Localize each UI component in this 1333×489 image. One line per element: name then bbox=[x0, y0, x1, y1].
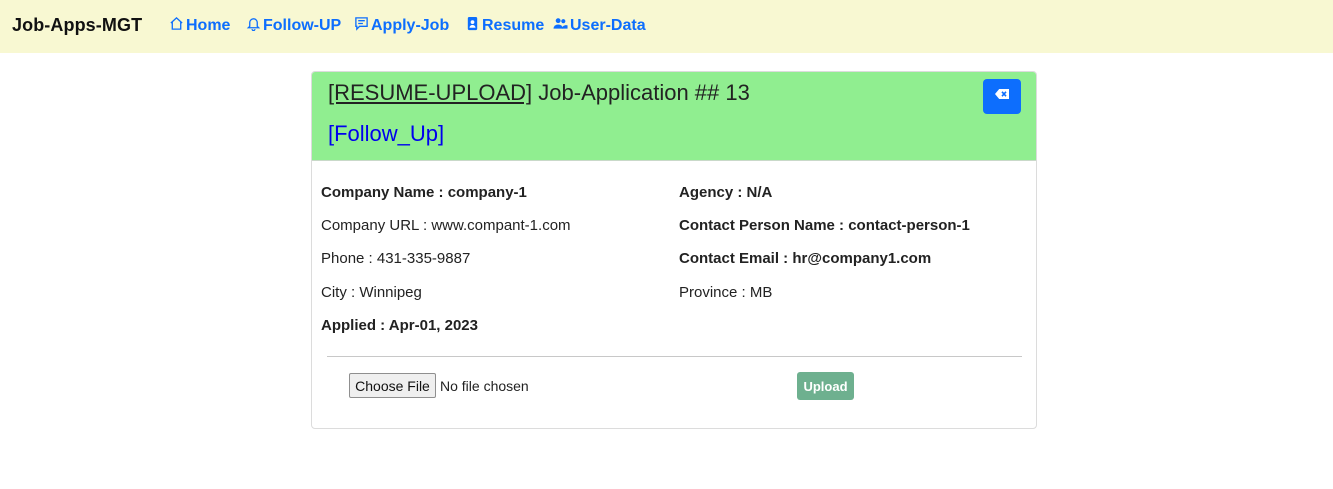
job-application-number: Job-Application ## 13 bbox=[532, 80, 750, 105]
contact-email: Contact Email : hr@company1.com bbox=[679, 250, 932, 267]
house-icon bbox=[169, 16, 186, 36]
contact-person-name: Contact Person Name : contact-person-1 bbox=[679, 217, 970, 234]
chat-square-text-icon bbox=[354, 16, 371, 36]
nav-apply-job-label: Apply-Job bbox=[371, 17, 450, 34]
brand-title[interactable]: Job-Apps-MGT bbox=[12, 15, 142, 36]
person-badge-icon bbox=[465, 16, 482, 36]
nav-home[interactable]: Home bbox=[169, 16, 230, 36]
file-status: No file chosen bbox=[440, 377, 529, 394]
city: City : Winnipeg bbox=[321, 284, 422, 301]
card-title: [RESUME-UPLOAD] Job-Application ## 13 bbox=[328, 80, 750, 106]
applied-date: Applied : Apr-01, 2023 bbox=[321, 317, 478, 334]
company-url: Company URL : www.compant-1.com bbox=[321, 217, 571, 234]
card-header: [RESUME-UPLOAD] Job-Application ## 13 [F… bbox=[312, 72, 1036, 161]
top-navbar: Job-Apps-MGT Home Follow-UP Apply-Job Re… bbox=[0, 0, 1333, 53]
bell-icon bbox=[246, 16, 263, 36]
upload-button[interactable]: Upload bbox=[797, 372, 854, 400]
delete-button[interactable] bbox=[983, 79, 1021, 114]
nav-resume[interactable]: Resume bbox=[465, 16, 544, 36]
nav-home-label: Home bbox=[186, 17, 231, 34]
phone: Phone : 431-335-9887 bbox=[321, 250, 471, 267]
company-name: Company Name : company-1 bbox=[321, 184, 527, 201]
nav-user-data-label: User-Data bbox=[570, 17, 646, 34]
nav-resume-label: Resume bbox=[482, 17, 545, 34]
divider bbox=[327, 356, 1022, 357]
province: Province : MB bbox=[679, 284, 773, 301]
nav-follow-up[interactable]: Follow-UP bbox=[246, 16, 341, 36]
choose-file-button[interactable]: Choose File bbox=[349, 373, 436, 398]
backspace-icon bbox=[994, 86, 1010, 107]
nav-follow-up-label: Follow-UP bbox=[263, 17, 342, 34]
nav-apply-job[interactable]: Apply-Job bbox=[354, 16, 449, 36]
agency: Agency : N/A bbox=[679, 184, 773, 201]
file-input[interactable]: Choose File No file chosen bbox=[349, 373, 529, 398]
resume-upload-link[interactable]: [RESUME-UPLOAD] bbox=[328, 80, 532, 105]
job-application-card: [RESUME-UPLOAD] Job-Application ## 13 [F… bbox=[311, 71, 1037, 429]
follow-up-link[interactable]: [Follow_Up] bbox=[328, 121, 444, 147]
people-icon bbox=[553, 16, 570, 36]
nav-user-data[interactable]: User-Data bbox=[553, 16, 646, 36]
